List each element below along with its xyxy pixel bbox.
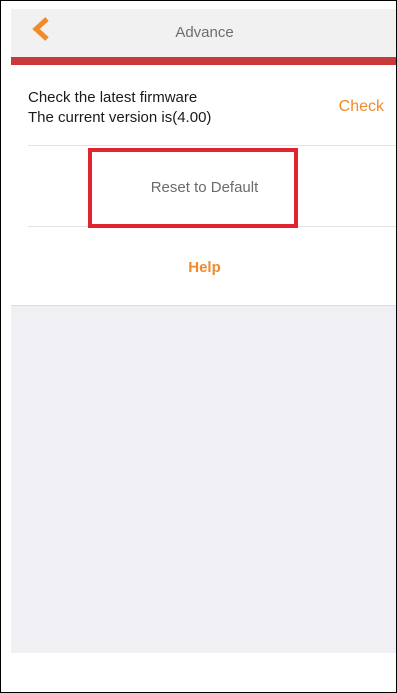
header-accent-bar (11, 57, 396, 65)
firmware-row: Check the latest firmware The current ve… (11, 65, 396, 145)
app-screen: Advance Check the latest firmware The cu… (0, 0, 397, 693)
reset-label: Reset to Default (150, 179, 259, 196)
help-button[interactable]: Help (11, 227, 396, 305)
empty-background (11, 305, 396, 653)
check-button[interactable]: Check (339, 98, 384, 116)
settings-list: Check the latest firmware The current ve… (11, 65, 396, 305)
firmware-title: Check the latest firmware (28, 89, 198, 106)
reset-to-default-button[interactable]: Reset to Default (11, 146, 396, 226)
firmware-version: The current version is(4.00) (28, 109, 212, 126)
page-title: Advance (175, 24, 234, 41)
help-label: Help (188, 259, 221, 276)
navigation-bar: Advance (11, 9, 396, 57)
